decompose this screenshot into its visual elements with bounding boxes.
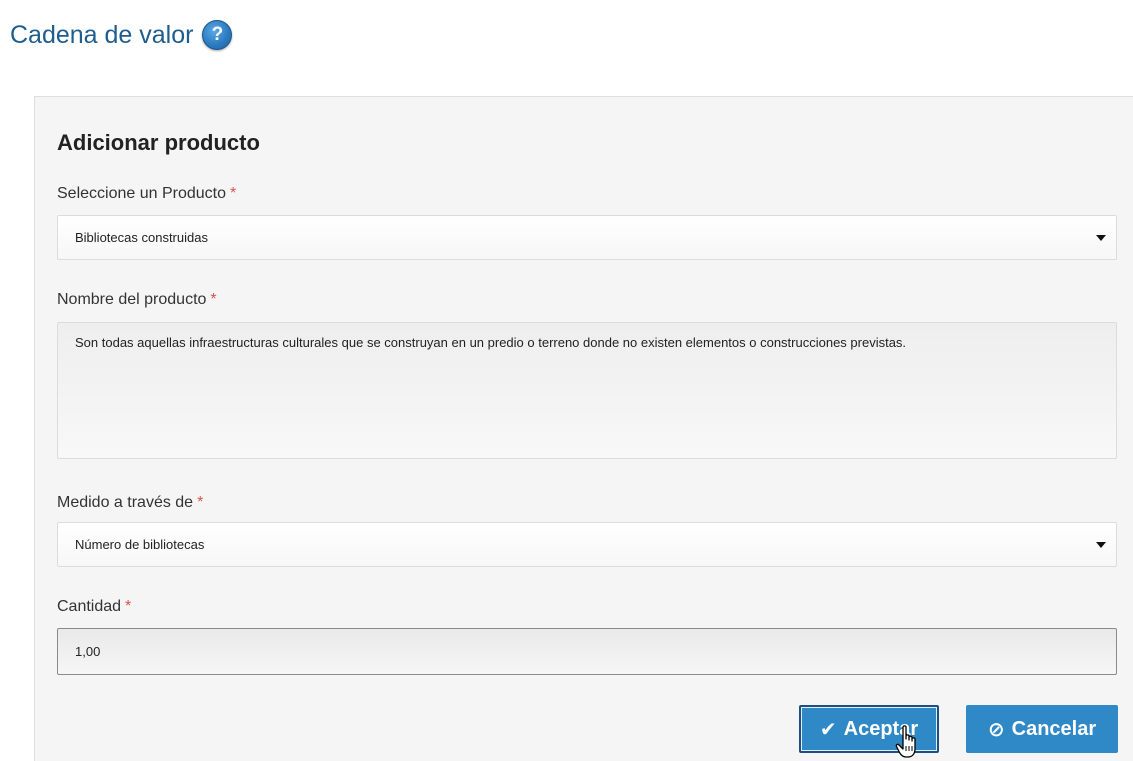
product-select-value: Bibliotecas construidas <box>75 230 208 245</box>
required-mark: * <box>197 494 204 511</box>
required-mark: * <box>230 185 237 202</box>
chevron-down-icon <box>1096 234 1106 241</box>
form-title: Adicionar producto <box>57 130 260 155</box>
help-icon[interactable]: ? <box>202 20 233 50</box>
add-product-panel: Adicionar producto Seleccione un Product… <box>34 96 1133 761</box>
page-header: Cadena de valor ? <box>10 20 233 50</box>
quantity-label: Cantidad * <box>57 598 132 615</box>
measured-by-value: Número de bibliotecas <box>75 537 205 552</box>
product-select[interactable]: Bibliotecas construidas <box>57 215 1117 260</box>
page-title: Cadena de valor <box>10 20 194 49</box>
product-name-label: Nombre del producto * <box>57 291 217 308</box>
product-select-label: Seleccione un Producto * <box>57 185 237 202</box>
required-mark: * <box>210 291 217 308</box>
cancel-button-label: Cancelar <box>1011 717 1097 740</box>
chevron-down-icon <box>1096 541 1106 548</box>
product-name-textarea[interactable]: Son todas aquellas infraestructuras cult… <box>57 322 1117 459</box>
cancel-icon: ⊘ <box>987 718 1005 741</box>
measured-by-label: Medido a través de * <box>57 494 204 511</box>
quantity-input[interactable]: 1,00 <box>57 628 1117 675</box>
quantity-value: 1,00 <box>75 644 101 659</box>
hand-pointer-icon <box>895 725 916 758</box>
checkmark-icon: ✔ <box>819 718 837 741</box>
cancel-button[interactable]: ⊘ Cancelar <box>966 705 1118 753</box>
required-mark: * <box>125 598 132 615</box>
measured-by-select[interactable]: Número de bibliotecas <box>57 522 1117 567</box>
